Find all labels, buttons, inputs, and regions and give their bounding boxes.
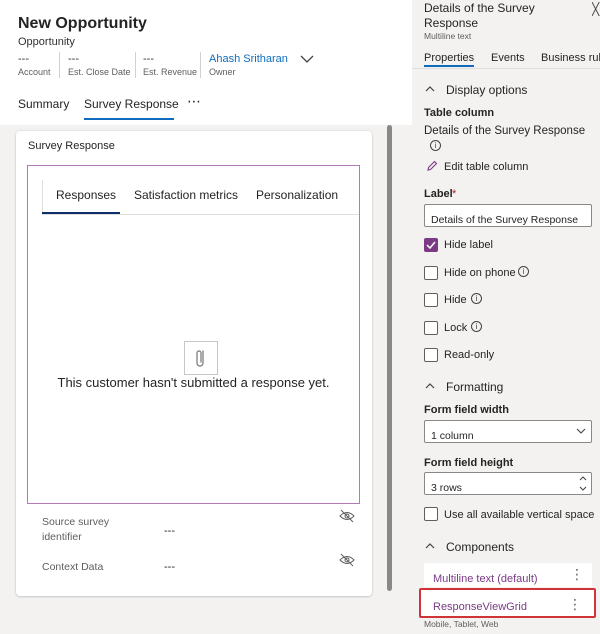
field-label-context-data: Context Data bbox=[42, 561, 104, 573]
section-formatting[interactable]: Formatting bbox=[446, 380, 503, 394]
form-field-width-dropdown[interactable]: 1 column bbox=[424, 420, 592, 443]
hide-label-text: Hide label bbox=[444, 239, 493, 251]
header-divider bbox=[200, 52, 201, 78]
hide-on-phone-checkbox[interactable] bbox=[424, 266, 438, 280]
embed-tab-satisfaction-metrics[interactable]: Satisfaction metrics bbox=[134, 188, 238, 202]
tab-business-rules[interactable]: Business rule bbox=[541, 52, 600, 64]
empty-state-message: This customer hasn't submitted a respons… bbox=[57, 375, 330, 390]
form-scrollbar[interactable] bbox=[387, 125, 392, 591]
response-view-grid-control[interactable]: Responses Satisfaction metrics Personali… bbox=[27, 165, 360, 504]
tabs-divider bbox=[412, 68, 600, 69]
form-field-height-value: 3 rows bbox=[431, 482, 462, 494]
header-field-revenue-value: --- bbox=[143, 53, 154, 65]
read-only-text: Read-only bbox=[444, 349, 495, 361]
chevron-up-icon[interactable] bbox=[579, 476, 587, 481]
table-column-label: Table column bbox=[424, 107, 495, 119]
embed-tab-responses[interactable]: Responses bbox=[56, 188, 116, 202]
lock-checkbox[interactable] bbox=[424, 321, 438, 335]
hide-checkbox[interactable] bbox=[424, 293, 438, 307]
close-icon[interactable]: ╳ bbox=[592, 2, 600, 16]
header-field-revenue-label: Est. Revenue bbox=[143, 67, 198, 77]
header-divider bbox=[59, 52, 60, 78]
form-title: New Opportunity bbox=[18, 15, 147, 32]
component-response-view-grid[interactable]: ResponseViewGrid ⋮ bbox=[419, 588, 596, 618]
hide-text: Hide bbox=[444, 294, 467, 306]
header-field-account-value: --- bbox=[18, 53, 29, 65]
header-field-close-date-value: --- bbox=[68, 53, 79, 65]
info-icon: i bbox=[518, 266, 529, 277]
component-name: ResponseViewGrid bbox=[433, 601, 527, 613]
form-field-height-label: Form field height bbox=[424, 457, 514, 469]
active-tab-indicator bbox=[424, 65, 474, 67]
collapse-caret-icon[interactable] bbox=[425, 382, 435, 390]
label-input[interactable]: Details of the Survey Response bbox=[424, 204, 592, 227]
tab-properties[interactable]: Properties bbox=[424, 52, 474, 64]
label-field-label: Label bbox=[424, 188, 453, 200]
section-title: Survey Response bbox=[28, 140, 115, 152]
hide-on-phone-text: Hide on phone bbox=[444, 267, 516, 279]
owner-label: Owner bbox=[209, 67, 236, 77]
owner-link[interactable]: Ahash Sritharan bbox=[209, 53, 288, 65]
chevron-down-icon[interactable] bbox=[300, 54, 314, 64]
hide-label-checkbox[interactable] bbox=[424, 238, 438, 252]
form-entity: Opportunity bbox=[18, 36, 75, 48]
pane-subtitle: Multiline text bbox=[424, 31, 472, 41]
required-indicator: * bbox=[452, 188, 457, 200]
use-all-space-checkbox[interactable] bbox=[424, 507, 438, 521]
field-value-source-survey-identifier[interactable]: --- bbox=[164, 525, 175, 537]
tab-summary[interactable]: Summary bbox=[18, 97, 69, 111]
use-all-space-text: Use all available vertical space bbox=[444, 509, 595, 521]
embed-tab-personalization[interactable]: Personalization bbox=[256, 188, 338, 202]
embed-border bbox=[42, 180, 43, 214]
header-field-account-label: Account bbox=[18, 67, 51, 77]
active-tab-indicator bbox=[84, 118, 174, 120]
component-multiline-text[interactable]: Multiline text (default) ⋮ bbox=[424, 563, 592, 587]
field-value-context-data[interactable]: --- bbox=[164, 561, 175, 573]
form-field-width-label: Form field width bbox=[424, 404, 509, 416]
info-icon: i bbox=[430, 140, 441, 151]
collapse-caret-icon[interactable] bbox=[425, 85, 435, 93]
table-column-value: Details of the Survey Response bbox=[424, 125, 586, 137]
form-canvas: New Opportunity Opportunity --- Account … bbox=[0, 0, 412, 634]
form-header: New Opportunity Opportunity --- Account … bbox=[0, 0, 412, 125]
edit-table-column-link[interactable]: Edit table column bbox=[444, 161, 528, 173]
properties-pane: Details of the Survey Response ╳ Multili… bbox=[412, 0, 600, 634]
component-name: Multiline text (default) bbox=[433, 573, 538, 585]
more-options-icon[interactable]: ⋮ bbox=[570, 566, 584, 583]
label-input-value: Details of the Survey Response bbox=[431, 214, 579, 226]
pane-title: Details of the Survey Response bbox=[424, 1, 535, 30]
section-display-options[interactable]: Display options bbox=[446, 83, 527, 97]
form-field-width-value: 1 column bbox=[431, 430, 474, 442]
tab-events[interactable]: Events bbox=[491, 52, 525, 64]
eye-off-icon bbox=[339, 509, 355, 528]
section-components[interactable]: Components bbox=[446, 540, 514, 554]
header-field-close-date-label: Est. Close Date bbox=[68, 67, 131, 77]
info-icon: i bbox=[471, 293, 482, 304]
edit-pencil-icon[interactable] bbox=[426, 159, 438, 177]
more-tabs-button[interactable]: ⋯ bbox=[187, 93, 201, 110]
field-label-source-survey-identifier: Source survey identifier bbox=[42, 516, 110, 543]
chevron-down-icon bbox=[576, 428, 586, 434]
embed-active-tab-indicator bbox=[42, 212, 120, 214]
read-only-checkbox[interactable] bbox=[424, 348, 438, 362]
component-platforms: Mobile, Tablet, Web bbox=[424, 619, 499, 629]
embed-tabs-border bbox=[42, 214, 359, 215]
form-field-height-stepper[interactable]: 3 rows bbox=[424, 472, 592, 495]
eye-off-icon bbox=[339, 553, 355, 572]
chevron-down-icon[interactable] bbox=[579, 486, 587, 491]
more-options-icon[interactable]: ⋮ bbox=[568, 596, 582, 613]
attachment-icon bbox=[184, 341, 218, 375]
info-icon: i bbox=[471, 321, 482, 332]
header-divider bbox=[135, 52, 136, 78]
tab-survey-response[interactable]: Survey Response bbox=[84, 97, 179, 111]
lock-text: Lock bbox=[444, 322, 468, 334]
survey-response-section: Survey Response Responses Satisfaction m… bbox=[16, 131, 372, 596]
collapse-caret-icon[interactable] bbox=[425, 542, 435, 550]
